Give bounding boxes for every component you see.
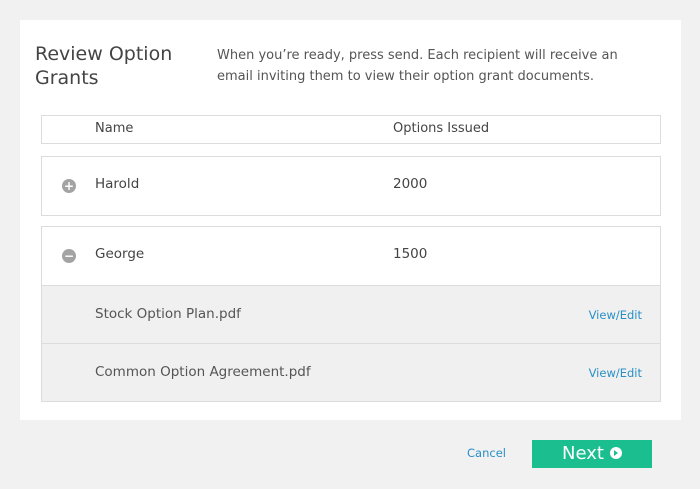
recipient-name: George	[95, 246, 145, 262]
page-title: Review Option Grants	[35, 43, 173, 89]
view-edit-link[interactable]: View/Edit	[589, 308, 642, 322]
recipient-name: Harold	[95, 176, 140, 192]
recipient-group: + Harold 2000	[41, 156, 661, 216]
minus-circle-icon[interactable]: −	[62, 249, 76, 263]
document-name: Stock Option Plan.pdf	[95, 306, 241, 322]
recipient-group: − George 1500 Stock Option Plan.pdf View…	[41, 226, 661, 402]
view-edit-link[interactable]: View/Edit	[589, 366, 642, 380]
document-name: Common Option Agreement.pdf	[95, 364, 311, 380]
next-button[interactable]: Next	[532, 440, 652, 468]
table-header: Name Options Issued	[41, 115, 661, 144]
recipient-options: 2000	[393, 176, 428, 192]
cancel-button[interactable]: Cancel	[467, 446, 506, 460]
arrow-right-circle-icon	[609, 447, 622, 459]
document-row: Stock Option Plan.pdf View/Edit	[42, 285, 660, 343]
column-header-options: Options Issued	[393, 121, 490, 136]
plus-circle-icon[interactable]: +	[62, 179, 76, 193]
page-description: When you’re ready, press send. Each reci…	[217, 48, 618, 84]
recipient-row[interactable]: + Harold 2000	[42, 157, 660, 215]
recipient-options: 1500	[393, 246, 428, 262]
review-card: Review Option Grants When you’re ready, …	[20, 20, 681, 420]
next-button-label: Next	[562, 443, 604, 464]
column-header-name: Name	[95, 121, 134, 136]
document-row: Common Option Agreement.pdf View/Edit	[42, 343, 660, 401]
recipient-row[interactable]: − George 1500	[42, 227, 660, 285]
